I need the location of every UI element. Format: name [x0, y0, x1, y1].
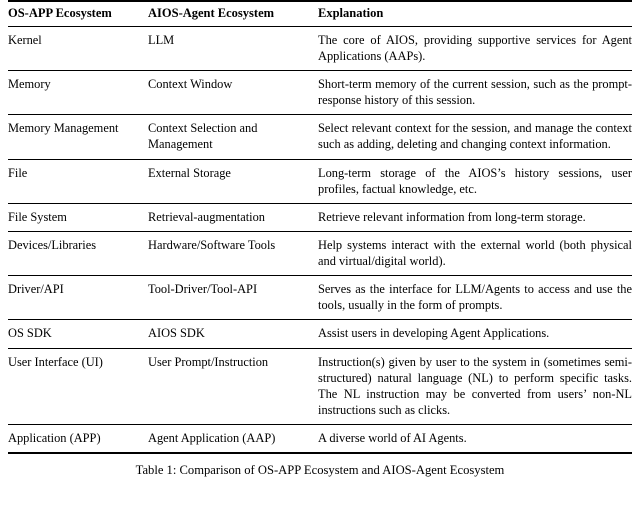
cell-os-app: OS SDK [8, 319, 148, 348]
cell-aios-agent: Context Selection and Management [148, 114, 318, 159]
cell-explanation: A diverse world of AI Agents. [318, 424, 632, 455]
cell-os-app: File System [8, 202, 148, 232]
table-row: Application (APP) Agent Application (AAP)… [8, 424, 632, 455]
cell-os-app: User Interface (UI) [8, 347, 148, 425]
column-header-aios-agent: AIOS-Agent Ecosystem [148, 0, 318, 27]
cell-aios-agent: Hardware/Software Tools [148, 230, 318, 276]
table-header: OS-APP Ecosystem AIOS-Agent Ecosystem Ex… [8, 0, 632, 27]
cell-os-app: Devices/Libraries [8, 230, 148, 276]
cell-aios-agent: User Prompt/Instruction [148, 347, 318, 425]
cell-aios-agent: External Storage [148, 158, 318, 204]
column-header-explanation: Explanation [318, 0, 632, 27]
cell-aios-agent: LLM [148, 32, 175, 47]
cell-os-app: Driver/API [8, 275, 148, 320]
cell-os-app: Memory Management [8, 114, 148, 159]
table-row: File System Retrieval-augmentation Retriev… [8, 202, 632, 232]
cell-explanation: Select relevant context for the session,… [318, 114, 632, 159]
cell-aios-agent: AIOS SDK [148, 319, 318, 348]
cell-explanation: Assist users in developing Agent Applica… [318, 319, 632, 348]
cell-explanation: Instruction(s) given by user to the syst… [318, 347, 632, 425]
table-row: OS SDK AIOS SDK Assist users in developing… [8, 319, 632, 348]
table-row: Memory Management Context Selection and M… [8, 114, 632, 159]
table-row: Kernel LLM The core of AIOS, providing sup… [8, 26, 632, 70]
table-row: Devices/Libraries Hardware/Software Tools… [8, 230, 632, 276]
cell-explanation: Help systems interact with the external … [318, 230, 632, 276]
comparison-table: OS-APP Ecosystem AIOS-Agent Ecosystem Ex… [8, 0, 632, 455]
cell-explanation: Retrieve relevant information from long-… [318, 202, 632, 232]
table-caption: Table 1: Comparison of OS-APP Ecosystem … [135, 463, 505, 478]
table-row: Driver/API Tool-Driver/Tool-API Serves as … [8, 275, 632, 320]
table-row: File External Storage Long-term storage of… [8, 158, 632, 204]
cell-os-app: File [8, 158, 148, 204]
table-row: User Interface (UI) User Prompt/Instructi… [8, 347, 632, 425]
cell-explanation: Long-term storage of the AIOS’s history … [318, 158, 632, 204]
column-header-os-app: OS-APP Ecosystem [8, 0, 148, 27]
table-figure-page: OS-APP Ecosystem AIOS-Agent Ecosystem Ex… [0, 0, 640, 515]
cell-aios-agent: Context Window [148, 69, 318, 115]
cell-os-app: Memory [8, 69, 148, 115]
table-row: Memory Context Window Short-term memory of… [8, 69, 632, 115]
cell-explanation: The core of AIOS, providing supportive s… [318, 32, 632, 63]
cell-os-app: Kernel [8, 32, 42, 47]
cell-os-app: Application (APP) [8, 424, 148, 455]
cell-aios-agent: Retrieval-augmentation [148, 202, 318, 232]
cell-aios-agent: Agent Application (AAP) [148, 424, 318, 455]
table-header-row: OS-APP Ecosystem AIOS-Agent Ecosystem Ex… [8, 0, 632, 27]
cell-aios-agent: Tool-Driver/Tool-API [148, 275, 318, 320]
cell-explanation: Serves as the interface for LLM/Agents t… [318, 275, 632, 320]
cell-explanation: Short-term memory of the current session… [318, 69, 632, 115]
table-body: Kernel LLM The core of AIOS, providing sup… [8, 26, 632, 455]
